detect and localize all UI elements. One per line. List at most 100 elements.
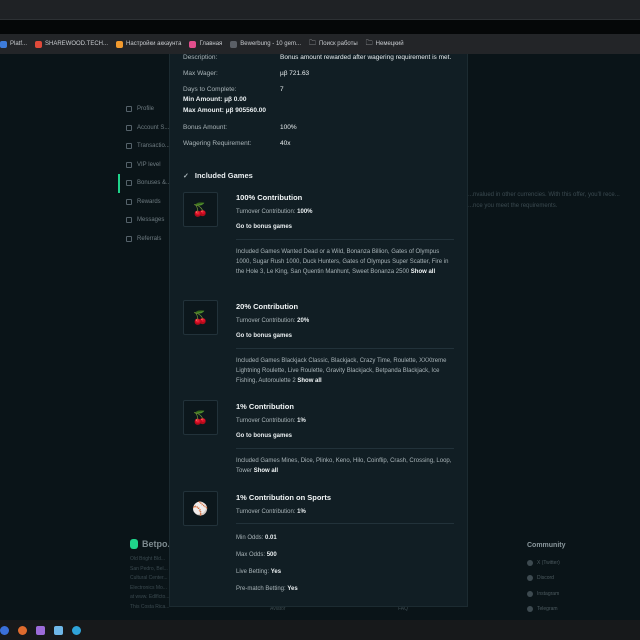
show-all-link[interactable]: Show all bbox=[297, 378, 321, 384]
x-icon bbox=[527, 559, 533, 566]
bonus-details-modal: Description: Bonus amount rewarded after … bbox=[169, 54, 468, 607]
bookmark-label: Поиск работы bbox=[318, 41, 358, 47]
turnover-value: 1% bbox=[297, 509, 306, 515]
detail-max-wager: Max Wager: µβ 721.63 bbox=[183, 70, 455, 77]
bookmark-item[interactable]: Bewerbung - 10 gem... bbox=[230, 40, 301, 48]
browser-tab-bar bbox=[0, 0, 640, 20]
section-title: 1% Contribution on Sports bbox=[236, 493, 331, 502]
community-link-telegram[interactable]: Telegram bbox=[527, 602, 627, 618]
taskbar-app-icon[interactable] bbox=[54, 625, 63, 635]
turnover-contribution: Turnover Contribution: 20% bbox=[236, 318, 454, 324]
bookmarks-bar: Platf... SHAREWOOD.TECH... Настройки акк… bbox=[0, 34, 640, 54]
section-title: 100% Contribution bbox=[236, 193, 303, 202]
community-label: Discord bbox=[537, 575, 554, 582]
discord-icon bbox=[527, 575, 533, 582]
sidebar-item-label: Account S... bbox=[137, 124, 170, 131]
turnover-contribution: Turnover Contribution: 100% bbox=[236, 209, 454, 215]
folder-icon: 🗀 bbox=[308, 39, 316, 47]
community-label: Instagram bbox=[537, 590, 560, 597]
background-bonus-text: ...nvalued in other currencies. With thi… bbox=[468, 190, 640, 212]
sidebar-item-label: VIP level bbox=[137, 161, 161, 168]
page-background: Profile Account S... Transactio... VIP l… bbox=[0, 54, 640, 620]
turnover-value: 20% bbox=[297, 318, 310, 324]
detail-value: µβ 721.63 bbox=[280, 70, 310, 77]
min-odds-label: Min Odds: bbox=[236, 535, 264, 541]
show-all-link[interactable]: Show all bbox=[254, 468, 278, 474]
cherry-icon: 🍒 bbox=[183, 300, 218, 335]
go-to-bonus-games-link[interactable]: Go to bonus games bbox=[236, 433, 454, 439]
detail-description: Description: Bonus amount rewarded after … bbox=[183, 54, 455, 61]
contribution-section: 20% Contribution Turnover Contribution: … bbox=[236, 302, 454, 386]
included-games-toggle[interactable]: ✓ Included Games bbox=[183, 171, 253, 180]
bookmark-folder[interactable]: 🗀 Поиск работы bbox=[309, 39, 358, 50]
detail-label: Days to Complete: bbox=[183, 86, 237, 93]
go-to-bonus-games-link[interactable]: Go to bonus games bbox=[236, 224, 454, 230]
community-link-discord[interactable]: Discord bbox=[527, 571, 627, 587]
bookmark-item[interactable]: Главная bbox=[189, 40, 222, 48]
bookmark-item[interactable]: SHAREWOOD.TECH... bbox=[35, 40, 109, 48]
min-odds-value: 0.01 bbox=[265, 535, 277, 541]
community-link-instagram[interactable]: Instagram bbox=[527, 586, 627, 602]
community-label: X (Twitter) bbox=[537, 559, 560, 566]
included-games-list: Included Games Blackjack Classic, Blackj… bbox=[236, 356, 454, 386]
trophy-icon bbox=[126, 198, 132, 205]
detail-label: Max Amount: µβ 905560.00 bbox=[183, 107, 266, 114]
max-odds-row: Max Odds: 500 bbox=[236, 552, 454, 558]
prematch-betting-row: Pre-match Betting: Yes bbox=[236, 586, 454, 592]
taskbar-app-icon[interactable] bbox=[72, 625, 81, 635]
community-title: Community bbox=[527, 542, 566, 549]
bookmark-label: SHAREWOOD.TECH... bbox=[45, 41, 109, 47]
sidebar-item-label: Rewards bbox=[137, 198, 161, 205]
included-games-list: Included Games Mines, Dice, Plinko, Keno… bbox=[236, 456, 454, 476]
taskbar-app-icon[interactable] bbox=[36, 625, 45, 635]
sidebar-item-label: Transactio... bbox=[137, 143, 170, 150]
divider bbox=[236, 448, 454, 449]
max-odds-value: 500 bbox=[266, 552, 277, 558]
detail-label: Bonus Amount: bbox=[183, 124, 228, 131]
detail-days: Days to Complete: 7 bbox=[183, 86, 455, 93]
live-betting-value: Yes bbox=[270, 569, 282, 575]
background-text-line: ...nce you meet the requirements. bbox=[468, 203, 558, 209]
detail-value: Bonus amount rewarded after wagering req… bbox=[280, 54, 452, 61]
bookmark-label: Bewerbung - 10 gem... bbox=[240, 41, 301, 47]
cherry-icon: 🍒 bbox=[183, 400, 218, 435]
divider bbox=[236, 523, 454, 524]
included-games-title: Included Games bbox=[194, 171, 253, 180]
taskbar-app-icon[interactable] bbox=[18, 625, 27, 635]
turnover-value: 100% bbox=[297, 209, 313, 215]
turnover-label: Turnover Contribution: bbox=[236, 418, 296, 424]
detail-max-amount: Max Amount: µβ 905560.00 bbox=[183, 107, 455, 114]
bookmark-folder[interactable]: 🗀 Немецкий bbox=[366, 39, 404, 50]
min-odds-row: Min Odds: 0.01 bbox=[236, 535, 454, 541]
max-odds-label: Max Odds: bbox=[236, 552, 266, 558]
turnover-label: Turnover Contribution: bbox=[236, 318, 296, 324]
bookmark-item[interactable]: Platf... bbox=[0, 40, 27, 48]
bookmark-item[interactable]: Настройки аккаунта bbox=[116, 40, 182, 48]
community-link-x[interactable]: X (Twitter) bbox=[527, 555, 627, 571]
show-all-link[interactable]: Show all bbox=[411, 269, 435, 275]
contribution-section: 100% Contribution Turnover Contribution:… bbox=[236, 193, 454, 277]
background-text-line: ...nvalued in other currencies. With thi… bbox=[468, 192, 620, 198]
contribution-section: 1% Contribution Turnover Contribution: 1… bbox=[236, 402, 454, 476]
detail-value: 40x bbox=[280, 140, 291, 147]
bookmark-favicon-icon bbox=[116, 40, 124, 48]
os-taskbar bbox=[0, 620, 640, 640]
bookmark-favicon-icon bbox=[0, 40, 7, 48]
sidebar-item-label: Messages bbox=[137, 217, 165, 224]
bookmark-label: Настройки аккаунта bbox=[126, 41, 182, 47]
section-title: 20% Contribution bbox=[236, 302, 299, 311]
included-games-list: Included Games Wanted Dead or a Wild, Bo… bbox=[236, 247, 454, 277]
bookmark-favicon-icon bbox=[230, 40, 238, 48]
divider bbox=[236, 348, 454, 349]
taskbar-app-icon[interactable] bbox=[0, 625, 9, 635]
settings-icon bbox=[126, 124, 132, 131]
live-betting-label: Live Betting: bbox=[236, 569, 270, 575]
tennis-ball-icon: ⚾ bbox=[183, 491, 218, 526]
go-to-bonus-games-link[interactable]: Go to bonus games bbox=[236, 333, 454, 339]
prematch-betting-value: Yes bbox=[287, 586, 298, 592]
sidebar-item-label: Bonuses &... bbox=[137, 180, 172, 187]
bookmark-favicon-icon bbox=[189, 40, 197, 48]
turnover-value: 1% bbox=[297, 418, 306, 424]
user-icon bbox=[126, 106, 132, 113]
turnover-contribution: Turnover Contribution: 1% bbox=[236, 418, 454, 424]
